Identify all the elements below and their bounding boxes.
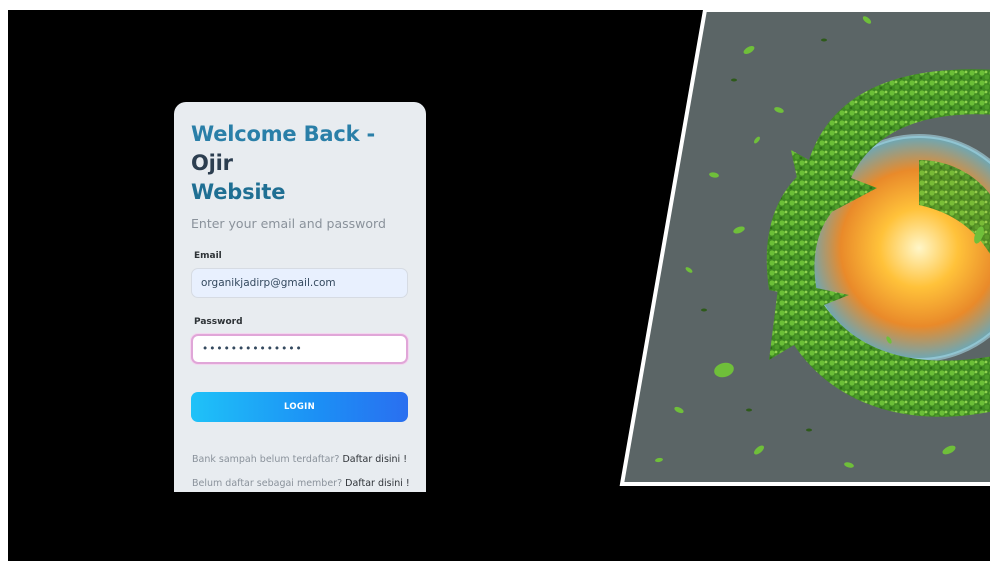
page-title: Welcome Back - Ojir Website bbox=[191, 120, 409, 207]
page-viewport: Welcome Back - Ojir Website Enter your em… bbox=[8, 10, 990, 561]
email-label: Email bbox=[194, 251, 222, 261]
recycle-leaves-globe-icon bbox=[622, 10, 990, 484]
title-website: Website bbox=[191, 180, 286, 204]
title-brand: Ojir bbox=[191, 151, 233, 175]
member-register-link[interactable]: Daftar disini ! bbox=[345, 478, 410, 489]
title-welcome: Welcome Back - bbox=[191, 122, 375, 146]
bank-register-link[interactable]: Daftar disini ! bbox=[342, 454, 407, 465]
email-field[interactable] bbox=[191, 268, 408, 298]
login-card: Welcome Back - Ojir Website Enter your em… bbox=[174, 102, 426, 492]
bank-register-line: Bank sampah belum terdaftar? Daftar disi… bbox=[192, 454, 409, 465]
password-label: Password bbox=[194, 317, 243, 327]
password-field[interactable] bbox=[191, 334, 408, 364]
member-register-line: Belum daftar sebagai member? Daftar disi… bbox=[192, 478, 410, 489]
hero-image bbox=[619, 10, 990, 486]
member-register-prompt: Belum daftar sebagai member? bbox=[192, 478, 343, 489]
login-button[interactable]: LOGIN bbox=[191, 392, 408, 422]
login-subtitle: Enter your email and password bbox=[191, 216, 386, 231]
bank-register-prompt: Bank sampah belum terdaftar? bbox=[192, 454, 340, 465]
